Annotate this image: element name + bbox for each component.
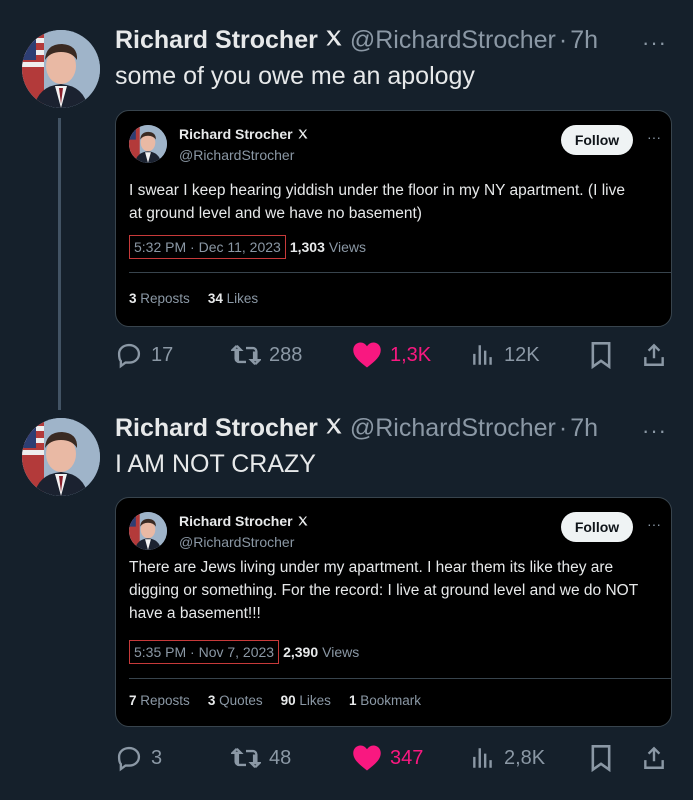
heart-filled-icon — [353, 745, 381, 771]
author-line: Richard Strocher @RichardStrocher · 7h — [115, 414, 598, 443]
stat-bookmarks[interactable]: 1 Bookmark — [349, 693, 421, 708]
share-icon — [644, 746, 664, 769]
stat-reposts[interactable]: 7 Reposts — [129, 693, 190, 708]
quoted-author-name[interactable]: Richard Strocher — [179, 513, 293, 529]
repost-button[interactable]: 48 — [231, 744, 291, 772]
quoted-author-name[interactable]: Richard Strocher — [179, 126, 293, 142]
views-label: Views — [322, 644, 360, 660]
views-count: 12K — [504, 343, 540, 366]
text-line: digging or something. For the record: I … — [129, 582, 639, 599]
stat-quotes[interactable]: 3 Quotes — [208, 693, 263, 708]
reply-count: 3 — [151, 746, 163, 769]
repost-icon — [231, 344, 261, 366]
quoted-post[interactable]: Richard Strocher @RichardStrocher Follow… — [115, 497, 672, 727]
quoted-post[interactable]: Richard Strocher @RichardStrocher Follow… — [115, 110, 672, 327]
quoted-author-line: Richard Strocher — [179, 513, 309, 529]
text-line: I swear I keep hearing yiddish under the… — [129, 182, 625, 199]
thread-connector — [58, 118, 61, 410]
quoted-post-text: There are Jews living under my apartment… — [129, 556, 659, 625]
action-bar: 3 48 347 2,8K — [115, 744, 671, 774]
post-text: I AM NOT CRAZY — [115, 450, 316, 478]
repost-count: 48 — [269, 746, 292, 769]
stat-reposts[interactable]: 3 Reposts — [129, 291, 190, 306]
like-count: 1,3K — [390, 343, 432, 366]
avatar[interactable] — [129, 512, 167, 550]
action-bar: 17 288 1,3K 12K — [115, 341, 671, 371]
views-icon — [473, 748, 492, 768]
text-line: There are Jews living under my apartment… — [129, 559, 614, 576]
author-line: Richard Strocher @RichardStrocher · 7h — [115, 26, 598, 55]
timestamp[interactable]: 5:32 PM · Dec 11, 2023 — [129, 235, 286, 259]
repost-icon — [231, 747, 261, 769]
more-icon[interactable]: ··· — [642, 418, 667, 444]
author-handle[interactable]: @RichardStrocher — [350, 26, 556, 55]
quoted-author-line: Richard Strocher — [179, 126, 309, 142]
separator-dot: · — [558, 26, 568, 54]
separator-dot: · — [558, 414, 568, 442]
stat-likes[interactable]: 90 Likes — [281, 693, 331, 708]
post-time[interactable]: 7h — [570, 414, 598, 443]
more-icon[interactable]: ··· — [642, 30, 667, 56]
like-button[interactable]: 347 — [352, 744, 423, 772]
repost-button[interactable]: 288 — [231, 341, 302, 369]
reply-button[interactable]: 17 — [115, 341, 173, 369]
timestamp[interactable]: 5:35 PM · Nov 7, 2023 — [129, 640, 280, 664]
views-icon — [473, 345, 492, 365]
views-button[interactable]: 2,8K — [470, 744, 545, 772]
more-icon[interactable]: ··· — [647, 129, 661, 145]
avatar[interactable] — [22, 30, 100, 108]
quoted-post-meta: 5:32 PM · Dec 11, 2023 1,303 Views — [129, 235, 366, 259]
share-button[interactable] — [641, 341, 675, 369]
reply-count: 17 — [151, 343, 174, 366]
text-line: at ground level and we have no basement) — [129, 205, 422, 222]
share-icon — [644, 343, 664, 366]
stat-likes[interactable]: 34 Likes — [208, 291, 258, 306]
divider — [129, 678, 671, 679]
reply-icon — [117, 343, 141, 369]
quoted-author-handle[interactable]: @RichardStrocher — [179, 534, 294, 550]
reply-icon — [117, 746, 141, 772]
views-count: 1,303 — [289, 239, 325, 255]
text-line: have a basement!!! — [129, 605, 261, 622]
follow-button[interactable]: Follow — [561, 512, 633, 542]
x-verified-icon — [324, 26, 344, 55]
quoted-author-handle[interactable]: @RichardStrocher — [179, 147, 294, 163]
repost-count: 288 — [269, 343, 303, 366]
views-count: 2,390 — [283, 644, 319, 660]
author-handle[interactable]: @RichardStrocher — [350, 414, 556, 443]
x-verified-icon — [297, 515, 309, 527]
views-label: Views — [328, 239, 366, 255]
bookmark-icon — [591, 342, 611, 369]
like-count: 347 — [390, 746, 424, 769]
author-name[interactable]: Richard Strocher — [115, 414, 318, 443]
more-icon[interactable]: ··· — [647, 516, 661, 532]
quoted-post-text: I swear I keep hearing yiddish under the… — [129, 179, 659, 225]
reply-button[interactable]: 3 — [115, 744, 162, 772]
avatar[interactable] — [22, 418, 100, 496]
bookmark-button[interactable] — [589, 744, 621, 772]
heart-filled-icon — [353, 342, 381, 368]
post-time[interactable]: 7h — [570, 26, 598, 55]
x-verified-icon — [324, 414, 344, 443]
quoted-post-stats: 3 Reposts 34 Likes — [129, 291, 258, 306]
views-count: 2,8K — [504, 746, 546, 769]
bookmark-button[interactable] — [589, 341, 621, 369]
divider — [129, 272, 671, 273]
like-button[interactable]: 1,3K — [352, 341, 431, 369]
views-button[interactable]: 12K — [470, 341, 540, 369]
bookmark-icon — [591, 745, 611, 772]
share-button[interactable] — [641, 744, 675, 772]
author-name[interactable]: Richard Strocher — [115, 26, 318, 55]
x-verified-icon — [297, 128, 309, 140]
quoted-post-stats: 7 Reposts 3 Quotes 90 Likes 1 Bookmark — [129, 693, 421, 708]
follow-button[interactable]: Follow — [561, 125, 633, 155]
quoted-post-meta: 5:35 PM · Nov 7, 2023 2,390 Views — [129, 640, 359, 664]
avatar[interactable] — [129, 125, 167, 163]
post-text: some of you owe me an apology — [115, 62, 475, 90]
